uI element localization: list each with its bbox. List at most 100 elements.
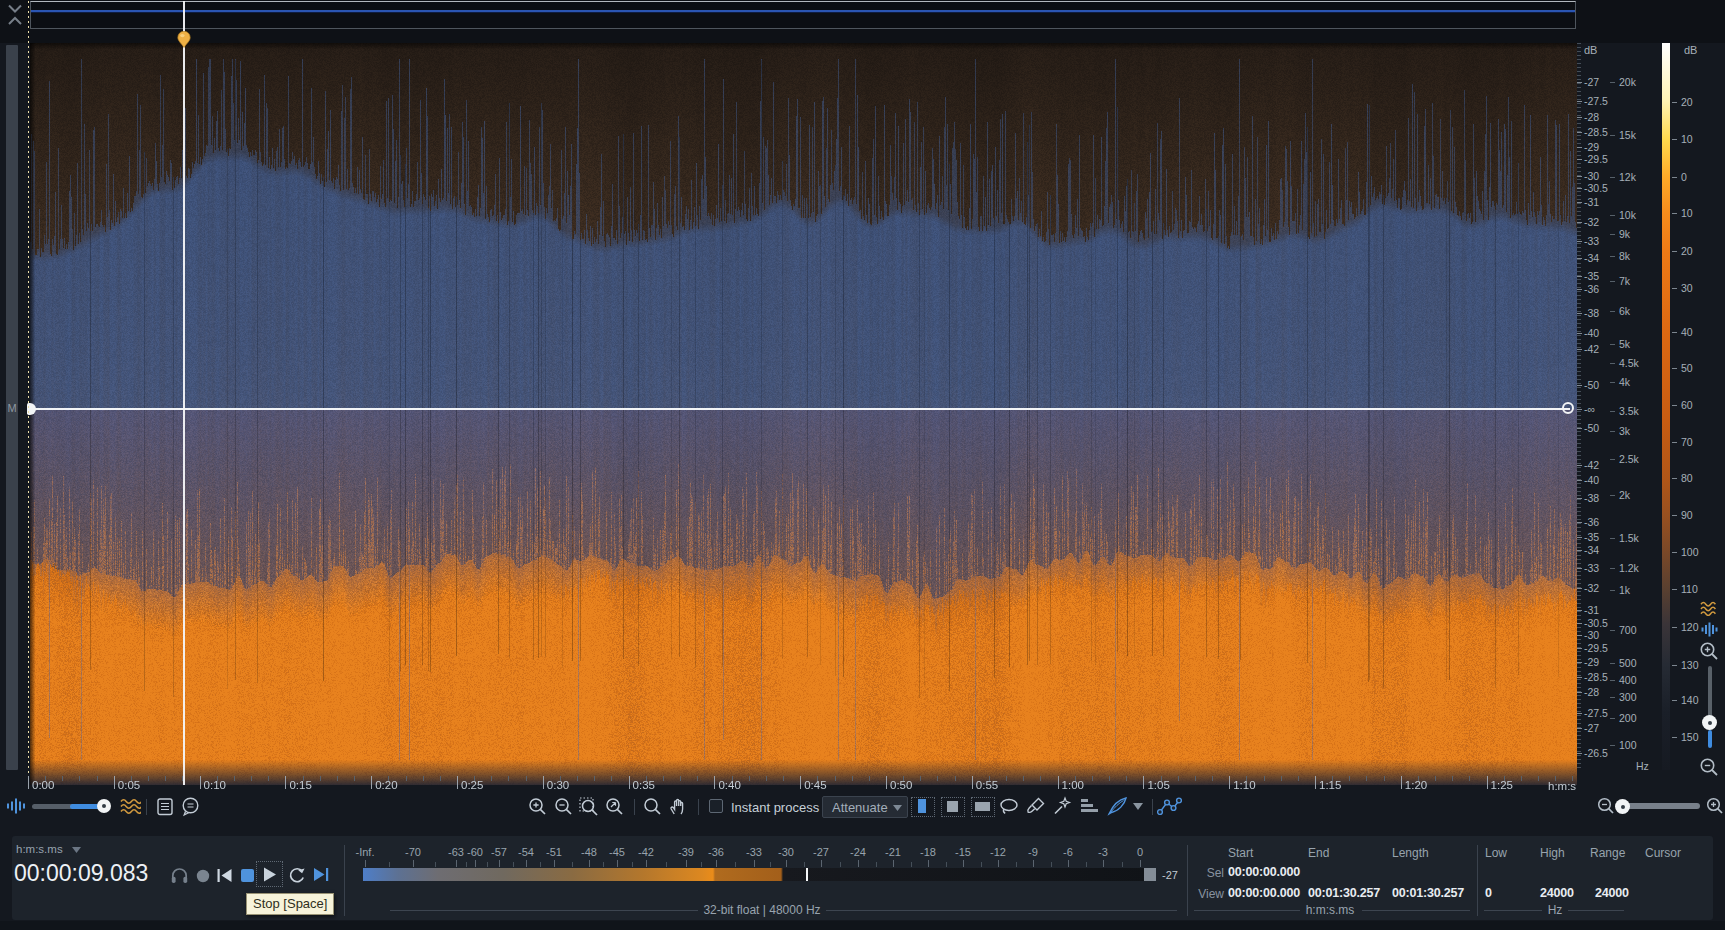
view-length-value[interactable]: 00:01:30.257: [1392, 886, 1464, 900]
time-tick-major: [1487, 776, 1488, 789]
frequency-selection-tool[interactable]: [971, 797, 995, 817]
meter-tick-major: [1103, 860, 1104, 867]
meter-tick-major: [589, 860, 590, 867]
lasso-selection-tool[interactable]: [999, 798, 1021, 817]
waveform-overview[interactable]: [30, 1, 1576, 29]
zoom-in-icon[interactable]: [528, 797, 548, 817]
time-tick-minor: [148, 776, 149, 781]
play-to-end-button[interactable]: [312, 866, 331, 883]
amp-label: -34: [1584, 252, 1599, 264]
brush-selection-tool[interactable]: [1026, 796, 1048, 816]
freq-label: 300: [1619, 691, 1637, 703]
time-tick-minor: [749, 776, 750, 781]
instant-process-checkbox[interactable]: [709, 799, 723, 813]
monitor-icon[interactable]: [170, 866, 189, 884]
time-selection-tool[interactable]: [911, 797, 935, 817]
vertical-zoom-slider-thumb[interactable]: [1702, 715, 1717, 730]
vertical-zoom-in-icon[interactable]: [1699, 641, 1720, 662]
hzoom-slider-track[interactable]: [1618, 803, 1700, 809]
selection-feather-amount-icon[interactable]: [1081, 799, 1101, 814]
play-button[interactable]: [256, 861, 283, 887]
amp-label: -26.5: [1584, 747, 1608, 759]
legend-label: 140: [1681, 694, 1699, 706]
time-tick-minor: [182, 776, 183, 781]
time-label: 1:20: [1405, 779, 1427, 791]
time-format-dropdown-icon[interactable]: [72, 847, 81, 854]
session-notes-icon[interactable]: [157, 798, 174, 816]
meter-scale-label: -12: [990, 846, 1006, 858]
spectrogram-waveform-display[interactable]: [30, 43, 1577, 785]
hzoom-out-icon[interactable]: [1597, 797, 1616, 816]
stop-button[interactable]: [241, 869, 254, 882]
legend-label: 110: [1681, 583, 1698, 595]
sel-start-value[interactable]: 00:00:00.000: [1228, 865, 1300, 879]
feather-tool-icon[interactable]: [1106, 795, 1130, 817]
freq-table-unit: Hz: [1542, 903, 1568, 917]
amp-label: -36: [1584, 283, 1599, 295]
selection-start-line[interactable]: [28, 1, 29, 785]
record-button[interactable]: [196, 869, 210, 883]
legend-tick: [1672, 368, 1677, 369]
time-tick-minor: [1195, 776, 1196, 781]
process-mode-dropdown[interactable]: Attenuate: [822, 796, 908, 818]
spectrogram-view-icon[interactable]: [1700, 601, 1719, 616]
freq-label: 6k: [1619, 305, 1630, 317]
time-tick-minor: [165, 776, 166, 781]
comments-icon[interactable]: [181, 797, 201, 817]
hand-tool-icon[interactable]: [668, 796, 689, 817]
view-end-value[interactable]: 00:01:30.257: [1308, 886, 1380, 900]
blend-slider-thumb[interactable]: [97, 799, 111, 813]
playhead-line[interactable]: [183, 1, 185, 785]
transport-time-display[interactable]: 00:00:09.083: [14, 860, 148, 887]
time-frequency-selection-tool[interactable]: [941, 797, 965, 817]
amp-tick: [1577, 385, 1582, 386]
time-format-label[interactable]: h:m:s.ms: [16, 843, 63, 855]
zoom-out-icon[interactable]: [554, 797, 574, 817]
spectrogram-blend-icon[interactable]: [120, 798, 141, 815]
loop-playback-button[interactable]: [287, 866, 307, 885]
freq-range-value[interactable]: 24000: [1595, 886, 1629, 900]
center-line-right-handle[interactable]: [1562, 402, 1574, 414]
freq-high-value[interactable]: 24000: [1540, 886, 1574, 900]
time-tick-minor: [131, 776, 132, 781]
view-start-value[interactable]: 00:00:00.000: [1228, 886, 1300, 900]
meter-tick-minor: [1122, 862, 1123, 867]
time-label: 1:05: [1147, 779, 1169, 791]
meter-tick-major: [365, 860, 366, 867]
time-label: 1:25: [1491, 779, 1513, 791]
spectrogram-color-legend: [1662, 43, 1670, 770]
amp-tick: [1577, 349, 1582, 350]
time-label: 0:15: [289, 779, 311, 791]
hzoom-in-icon[interactable]: [1706, 797, 1725, 816]
amp-tick: [1577, 409, 1582, 410]
magic-wand-tool[interactable]: [1052, 796, 1074, 816]
vertical-zoom-out-icon[interactable]: [1699, 757, 1720, 778]
zoom-selection-icon[interactable]: [579, 797, 601, 817]
amp-label: -28: [1584, 686, 1599, 698]
time-tick-minor: [869, 776, 870, 781]
time-tick-minor: [320, 776, 321, 781]
feather-dropdown-icon[interactable]: [1133, 803, 1143, 811]
go-to-start-button[interactable]: [216, 867, 233, 884]
edit-nodes-tool[interactable]: [1157, 796, 1182, 817]
time-ruler-unit: h:m:s: [1548, 780, 1576, 792]
waveform-blend-icon[interactable]: [6, 798, 26, 814]
freq-low-value[interactable]: 0: [1485, 886, 1492, 900]
playhead-marker[interactable]: [177, 31, 191, 48]
amp-tick: [1577, 728, 1582, 729]
waveform-view-icon[interactable]: [1701, 622, 1719, 637]
amp-label: -28.5: [1584, 126, 1608, 138]
collapse-overview-icon[interactable]: [4, 1, 26, 28]
time-tick-minor: [594, 776, 595, 781]
search-icon[interactable]: [643, 797, 663, 817]
time-tick-minor: [732, 776, 733, 781]
freq-tick: [1610, 431, 1615, 432]
hzoom-slider-thumb[interactable]: [1615, 799, 1630, 814]
freq-label: 7k: [1619, 275, 1630, 287]
amp-label: -29: [1584, 656, 1599, 668]
waveform-center-line[interactable]: [28, 408, 1570, 410]
zoom-custom-icon[interactable]: [605, 797, 625, 817]
legend-label: 130: [1681, 659, 1699, 671]
amp-label: -28: [1584, 111, 1599, 123]
time-tick-minor: [1452, 776, 1453, 781]
